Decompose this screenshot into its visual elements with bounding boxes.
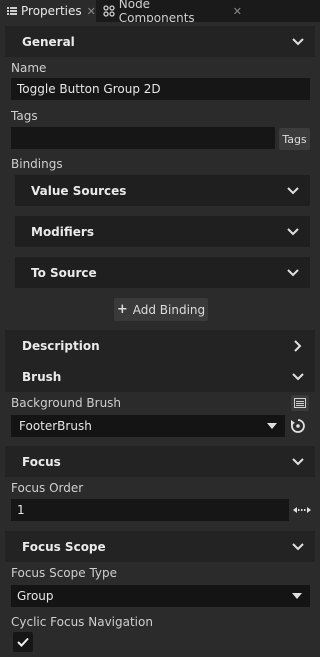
tab-label: Properties — [21, 4, 82, 18]
section-general[interactable]: General — [5, 26, 315, 57]
focus-scope-type-label: Focus Scope Type — [11, 566, 118, 580]
chevron-down-icon — [292, 543, 304, 551]
binding-value-sources[interactable]: Value Sources — [15, 175, 310, 206]
check-icon — [17, 637, 29, 647]
background-brush-label: Background Brush — [11, 396, 122, 410]
focus-scope-type-value: Group — [17, 589, 54, 603]
close-icon[interactable]: ✕ — [87, 5, 96, 18]
chevron-down-icon — [287, 228, 299, 236]
add-binding-button[interactable]: + Add Binding — [114, 298, 208, 321]
section-focus[interactable]: Focus — [5, 446, 315, 477]
background-brush-value: FooterBrush — [19, 419, 92, 433]
chevron-down-icon — [292, 458, 304, 466]
bindings-label: Bindings — [11, 157, 63, 171]
focus-order-value: 1 — [17, 503, 25, 517]
section-brush[interactable]: Brush — [5, 361, 315, 392]
node-components-icon — [102, 4, 116, 18]
tab-properties[interactable]: Properties ✕ — [0, 0, 96, 22]
focus-scope-type-dropdown[interactable]: Group — [11, 585, 310, 607]
tab-node-components[interactable]: Node Components ✕ — [96, 0, 246, 25]
tags-field[interactable] — [11, 127, 275, 149]
close-icon[interactable]: ✕ — [233, 5, 242, 18]
cyclic-focus-checkbox[interactable] — [13, 632, 33, 652]
binding-modifiers[interactable]: Modifiers — [15, 216, 310, 247]
name-field[interactable]: Toggle Button Group 2D — [11, 78, 310, 100]
chevron-down-icon — [292, 38, 304, 46]
cyclic-focus-label: Cyclic Focus Navigation — [11, 615, 153, 629]
name-value: Toggle Button Group 2D — [17, 82, 161, 96]
background-brush-dropdown[interactable]: FooterBrush — [11, 415, 285, 437]
drag-value-icon[interactable] — [292, 504, 312, 516]
binding-label: Modifiers — [31, 224, 94, 239]
chevron-down-icon — [287, 269, 299, 277]
tags-label: Tags — [11, 109, 38, 123]
section-description[interactable]: Description — [5, 330, 315, 361]
reset-icon[interactable] — [289, 417, 307, 435]
section-title: General — [22, 34, 75, 49]
dropdown-arrow-icon — [267, 423, 277, 429]
properties-icon — [6, 4, 18, 18]
tags-button[interactable]: Tags — [279, 128, 310, 150]
add-binding-label: Add Binding — [132, 302, 206, 317]
brush-editor-icon[interactable] — [291, 395, 309, 411]
section-title: Focus Scope — [22, 539, 106, 554]
name-label: Name — [11, 61, 47, 75]
chevron-down-icon — [287, 187, 299, 195]
dropdown-arrow-icon — [292, 593, 302, 599]
tab-bar: Properties ✕ Node Components ✕ — [0, 0, 320, 25]
section-title: Description — [22, 338, 100, 353]
focus-order-label: Focus Order — [11, 481, 84, 495]
section-focus-scope[interactable]: Focus Scope — [5, 531, 315, 562]
binding-label: Value Sources — [31, 183, 127, 198]
section-title: Brush — [22, 369, 62, 384]
binding-label: To Source — [31, 265, 97, 280]
chevron-down-icon — [292, 373, 304, 381]
chevron-right-icon — [294, 340, 302, 352]
binding-to-source[interactable]: To Source — [15, 257, 310, 288]
focus-order-field[interactable]: 1 — [11, 499, 289, 521]
section-title: Focus — [22, 454, 61, 469]
plus-icon: + — [116, 302, 128, 317]
